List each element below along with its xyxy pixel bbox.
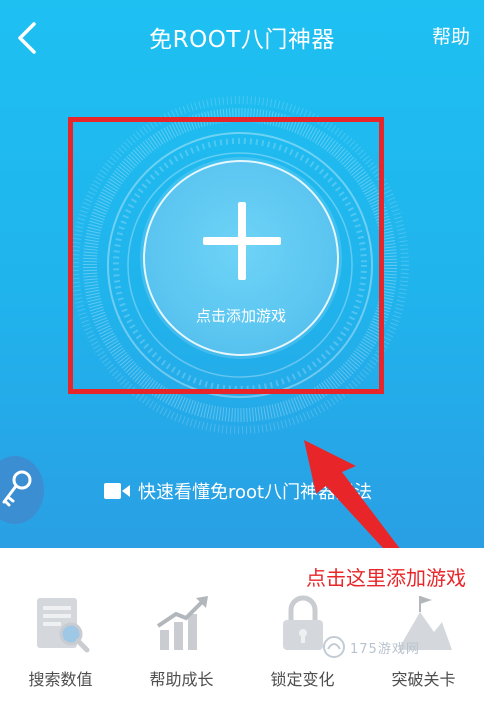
- key-button[interactable]: [0, 456, 44, 524]
- search-document-icon: [36, 598, 89, 653]
- watermark-logo-icon: [323, 636, 345, 658]
- watermark: 175游戏网: [322, 629, 462, 665]
- annotation-text: 点击这里添加游戏: [306, 566, 466, 590]
- feature-panel: 点击这里添加游戏 搜索数值 帮助成长 锁定变化 突破关卡 175游戏网: [0, 548, 484, 720]
- feature-search-values[interactable]: 搜索数值: [0, 588, 121, 718]
- main-panel: 免ROOT八门神器 帮助 点击添加游戏 快速看懂免root八门神器用法: [0, 0, 484, 548]
- feature-label: 搜索数值: [28, 670, 93, 689]
- header: 免ROOT八门神器 帮助: [0, 0, 484, 72]
- feature-label: 突破关卡: [391, 670, 456, 689]
- annotation-arrow: [304, 440, 404, 560]
- watermark-text: 175游戏网: [350, 641, 420, 657]
- feature-label: 锁定变化: [270, 670, 335, 689]
- page-title: 免ROOT八门神器: [149, 27, 335, 53]
- growth-chart-icon: [156, 596, 208, 650]
- video-camera-icon: [104, 483, 130, 499]
- feature-help-growth[interactable]: 帮助成长: [121, 588, 242, 718]
- highlight-box: [68, 117, 384, 394]
- feature-label: 帮助成长: [149, 670, 214, 689]
- key-icon: [2, 470, 32, 507]
- help-link[interactable]: 帮助: [432, 22, 470, 49]
